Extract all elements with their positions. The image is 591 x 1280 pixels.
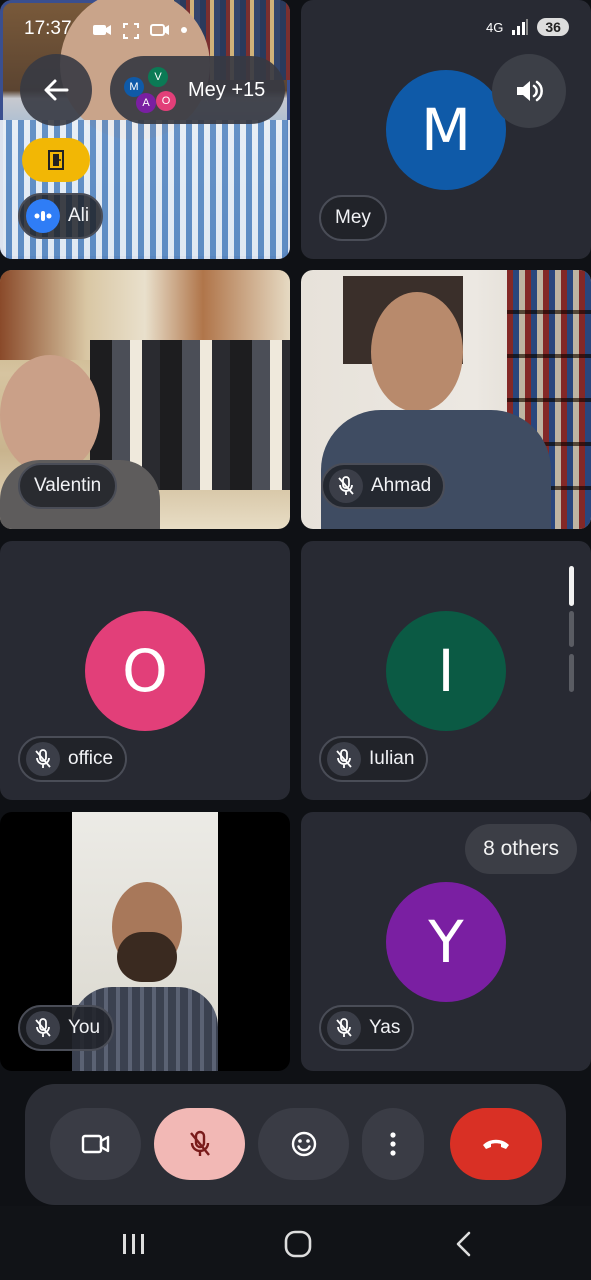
network-type: 4G xyxy=(486,19,504,35)
name-pill-office: office xyxy=(18,736,128,782)
mic-off-icon xyxy=(26,1011,60,1045)
battery-level: 36 xyxy=(537,18,569,36)
camera-toggle-button[interactable] xyxy=(50,1108,141,1180)
participant-tile-office[interactable]: O office xyxy=(0,541,290,800)
scrollbar-track-segment xyxy=(569,611,574,647)
name-pill-ahmad: Ahmad xyxy=(321,463,446,509)
emoji-icon xyxy=(291,1131,316,1157)
participant-tile-valentin[interactable]: Valentin xyxy=(0,270,290,529)
name-pill-ali: Ali xyxy=(18,193,104,239)
name-pill-mey: Mey xyxy=(319,195,387,241)
participant-tile-mey[interactable]: M Mey xyxy=(301,0,591,259)
participant-name: You xyxy=(68,1017,101,1038)
mic-off-icon xyxy=(327,742,361,776)
phone-hangup-icon xyxy=(483,1139,509,1149)
status-time: 17:37 xyxy=(24,18,72,39)
participant-name: Valentin xyxy=(34,475,102,496)
speaking-indicator-icon xyxy=(26,199,60,233)
participant-tile-ahmad[interactable]: Ahmad xyxy=(301,270,591,529)
breakout-room-badge[interactable] xyxy=(22,138,90,182)
participant-tile-iulian[interactable]: I Iulian xyxy=(301,541,591,800)
speaker-icon xyxy=(517,80,543,102)
participants-button[interactable]: M V A O Mey +15 xyxy=(110,56,286,124)
scrollbar-track-segment xyxy=(569,654,574,692)
participant-name: Mey xyxy=(335,207,371,228)
reactions-button[interactable] xyxy=(258,1108,349,1180)
participant-face xyxy=(0,355,100,475)
name-pill-you: You xyxy=(18,1005,115,1051)
participant-tile-you[interactable]: You xyxy=(0,812,290,1071)
participant-tile-yas[interactable]: 8 others Y Yas xyxy=(301,812,591,1071)
mic-toggle-button[interactable] xyxy=(154,1108,245,1180)
participant-avatar-stack: M V A O xyxy=(120,63,176,117)
chevron-left-icon xyxy=(456,1231,471,1257)
dot-icon xyxy=(181,27,187,33)
home-icon xyxy=(284,1230,312,1258)
mic-off-icon xyxy=(26,742,60,776)
participant-name: Ali xyxy=(68,205,90,226)
others-count-button[interactable]: 8 others xyxy=(465,824,577,874)
video-camera-icon xyxy=(81,1134,109,1154)
more-options-button[interactable] xyxy=(362,1108,424,1180)
recent-apps-button[interactable] xyxy=(112,1222,156,1266)
name-pill-valentin: Valentin xyxy=(18,463,118,509)
mic-off-icon xyxy=(329,469,363,503)
more-vert-icon xyxy=(390,1132,396,1156)
participant-face xyxy=(371,292,463,412)
arrow-left-icon xyxy=(44,79,69,101)
end-call-button[interactable] xyxy=(450,1108,542,1180)
mini-avatar: V xyxy=(148,67,168,87)
mini-avatar: O xyxy=(156,91,176,111)
participant-name: Ahmad xyxy=(371,475,432,496)
name-pill-iulian: Iulian xyxy=(319,736,429,782)
participant-name: office xyxy=(68,748,114,769)
avatar: I xyxy=(386,611,506,731)
mic-off-icon xyxy=(327,1011,361,1045)
name-pill-yas: Yas xyxy=(319,1005,415,1051)
recent-apps-icon xyxy=(123,1234,144,1254)
avatar: Y xyxy=(386,882,506,1002)
system-navigation-bar xyxy=(0,1206,591,1280)
video-icon xyxy=(150,24,169,36)
screenshot-icon xyxy=(123,23,139,39)
signal-icon xyxy=(512,19,529,35)
status-icons-left xyxy=(92,22,188,40)
status-icons-right: 4G 36 xyxy=(486,18,569,36)
participant-name: Yas xyxy=(369,1017,401,1038)
mini-avatar: A xyxy=(136,93,156,113)
participant-name: Iulian xyxy=(369,748,415,769)
back-nav-button[interactable] xyxy=(442,1222,486,1266)
screen-record-icon xyxy=(93,25,111,35)
participants-label: Mey +15 xyxy=(188,78,266,101)
back-button[interactable] xyxy=(20,54,92,126)
home-button[interactable] xyxy=(276,1222,320,1266)
avatar: M xyxy=(386,70,506,190)
avatar: O xyxy=(85,611,205,731)
door-icon xyxy=(48,150,64,170)
speaker-button[interactable] xyxy=(492,54,566,128)
participant-beard xyxy=(117,932,177,982)
scrollbar-thumb[interactable] xyxy=(569,566,574,606)
call-controls-bar xyxy=(25,1084,566,1205)
mic-off-icon xyxy=(189,1130,210,1156)
